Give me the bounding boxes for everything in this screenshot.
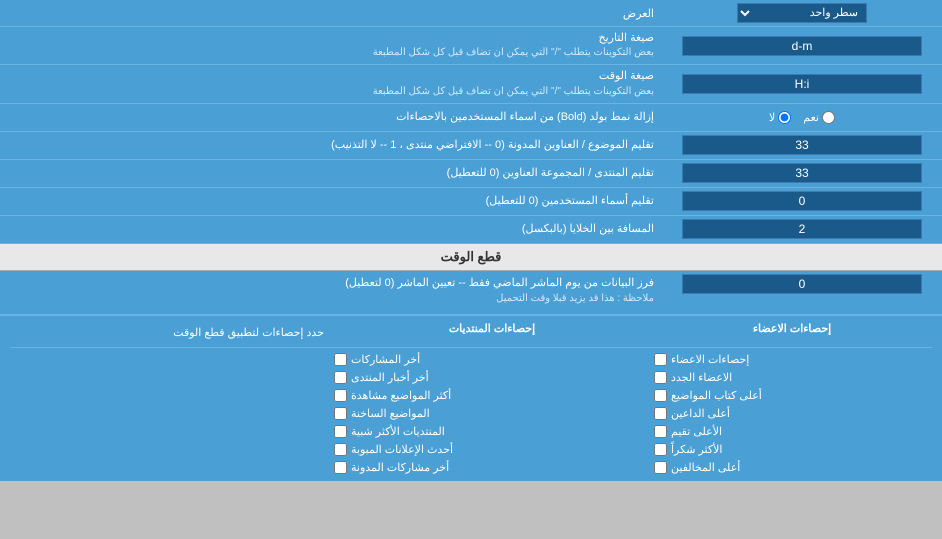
usernames-trim-row: تقليم أسماء المستخدمين (0 للتعطيل) (0, 188, 942, 216)
forum-trim-input[interactable] (682, 163, 922, 183)
usernames-trim-label: تقليم أسماء المستخدمين (0 للتعطيل) (0, 190, 662, 213)
cb-top-posters2-input[interactable] (654, 407, 667, 420)
main-container: العرض سطر واحد سطرين ثلاثة أسطر صيغة الت… (0, 0, 942, 481)
cut-section-header: قطع الوقت (0, 244, 942, 271)
time-format-input-area (662, 71, 942, 97)
forum-trim-label: تقليم المنتدى / المجموعة العناوين (0 للت… (0, 162, 662, 185)
date-format-input[interactable] (682, 36, 922, 56)
cb-recent-ads-input[interactable] (334, 443, 347, 456)
radio-yes-label: نعم (803, 111, 835, 124)
posts-column: أخر المشاركات أخر أخبار المنتدى أكثر الم… (332, 352, 652, 475)
cb-top-rated: الأعلى تقيم (652, 424, 932, 439)
cell-spacing-label: المسافة بين الخلايا (بالبكسل) (0, 218, 662, 241)
bold-remove-label: إزالة نمط بولد (Bold) من اسماء المستخدمي… (0, 106, 662, 129)
bold-radio-area: نعم لا (662, 108, 942, 127)
cb-most-thanks-input[interactable] (654, 443, 667, 456)
members-col-header: إحصاءات الاعضاء (652, 322, 932, 343)
cb-top-posters: أعلى كتاب المواضيع (652, 388, 932, 403)
usernames-trim-input[interactable] (682, 191, 922, 211)
cb-most-viewed: أكثر المواضيع مشاهدة (332, 388, 652, 403)
time-format-row: صيغة الوقت بعض التكوينات يتطلب "/" التي … (0, 65, 942, 103)
radio-yes[interactable] (822, 111, 835, 124)
cb-most-viewed-input[interactable] (334, 389, 347, 402)
cell-spacing-input[interactable] (682, 219, 922, 239)
subject-trim-row: تقليم الموضوع / العناوين المدونة (0 -- ا… (0, 132, 942, 160)
forum-trim-input-area (662, 160, 942, 186)
date-format-row: صيغة التاريخ بعض التكوينات يتطلب "/" الت… (0, 27, 942, 65)
cb-top-rated-input[interactable] (654, 425, 667, 438)
cb-most-thanks: الأكثر شكراً (652, 442, 932, 457)
cb-similar-forums-input[interactable] (334, 425, 347, 438)
filter-input-area (662, 271, 942, 297)
cb-last-news-input[interactable] (334, 371, 347, 384)
cb-last-participated-input[interactable] (334, 461, 347, 474)
subject-trim-label: تقليم الموضوع / العناوين المدونة (0 -- ا… (0, 134, 662, 157)
cb-last-news: أخر أخبار المنتدى (332, 370, 652, 385)
posts-col-header: إحصاءات المنتديات (332, 322, 652, 343)
date-format-input-area (662, 33, 942, 59)
limit-label: حدد إحصاءات لتطبيق قطع الوقت (10, 322, 332, 343)
cell-spacing-row: المسافة بين الخلايا (بالبكسل) (0, 216, 942, 244)
cb-top-neg: أعلى المخالفين (652, 460, 932, 475)
cb-recent-ads: أحدث الإعلانات المبوبة (332, 442, 652, 457)
cb-stats-members-input[interactable] (654, 353, 667, 366)
checkboxes-section: حدد إحصاءات لتطبيق قطع الوقت إحصاءات الم… (0, 315, 942, 481)
time-format-label: صيغة الوقت بعض التكوينات يتطلب "/" التي … (0, 65, 662, 102)
cb-similar-forums: المنتديات الأكثر شبية (332, 424, 652, 439)
cb-new-members-input[interactable] (654, 371, 667, 384)
display-select-area: سطر واحد سطرين ثلاثة أسطر (662, 0, 942, 26)
bold-remove-row: إزالة نمط بولد (Bold) من اسماء المستخدمي… (0, 104, 942, 132)
time-format-input[interactable] (682, 74, 922, 94)
filter-row: فرز البيانات من يوم الماشر الماضي فقط --… (0, 271, 942, 315)
subject-trim-input[interactable] (682, 135, 922, 155)
cb-last-posts-input[interactable] (334, 353, 347, 366)
display-label: العرض (0, 3, 662, 24)
forum-trim-row: تقليم المنتدى / المجموعة العناوين (0 للت… (0, 160, 942, 188)
radio-no[interactable] (778, 111, 791, 124)
checkboxes-header: حدد إحصاءات لتطبيق قطع الوقت إحصاءات الم… (10, 322, 932, 348)
cell-spacing-input-area (662, 216, 942, 242)
limit-spacer (10, 352, 332, 475)
checkboxes-grid: أخر المشاركات أخر أخبار المنتدى أكثر الم… (10, 352, 932, 475)
display-select[interactable]: سطر واحد سطرين ثلاثة أسطر (737, 3, 867, 23)
cb-new-members: الاعضاء الجدد (652, 370, 932, 385)
cb-top-posters-input[interactable] (654, 389, 667, 402)
subject-trim-input-area (662, 132, 942, 158)
date-format-label: صيغة التاريخ بعض التكوينات يتطلب "/" الت… (0, 27, 662, 64)
cb-old-topics-input[interactable] (334, 407, 347, 420)
cb-old-topics: المواضيع الساخنة (332, 406, 652, 421)
filter-input[interactable] (682, 274, 922, 294)
cb-last-posts: أخر المشاركات (332, 352, 652, 367)
cb-top-posters2: أعلى الداعين (652, 406, 932, 421)
cb-last-participated: أخر مشاركات المدونة (332, 460, 652, 475)
cb-stats-members: إحصاءات الاعضاء (652, 352, 932, 367)
cb-top-neg-input[interactable] (654, 461, 667, 474)
radio-no-label: لا (769, 111, 791, 124)
usernames-trim-input-area (662, 188, 942, 214)
members-column: إحصاءات الاعضاء الاعضاء الجدد أعلى كتاب … (652, 352, 932, 475)
filter-label: فرز البيانات من يوم الماشر الماضي فقط --… (0, 271, 662, 311)
display-row: العرض سطر واحد سطرين ثلاثة أسطر (0, 0, 942, 27)
